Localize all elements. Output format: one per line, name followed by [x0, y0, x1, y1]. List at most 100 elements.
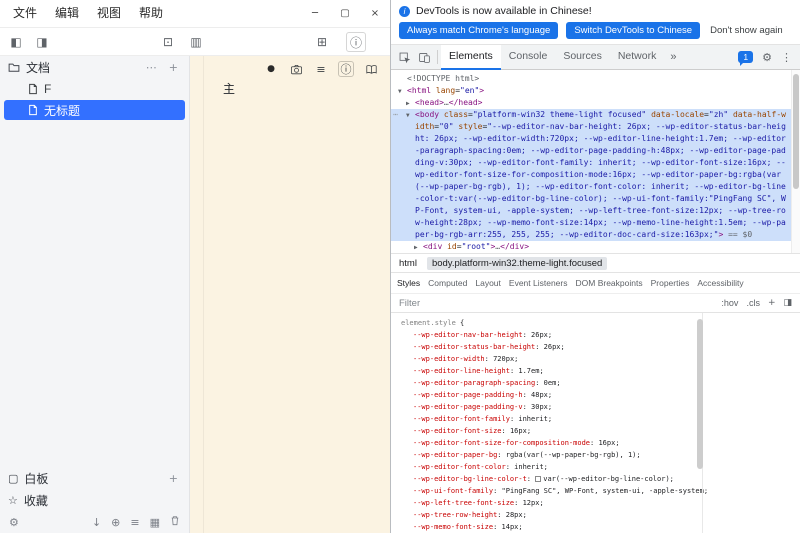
inspect-element-icon[interactable] — [394, 47, 414, 67]
doctype-declaration: <!DOCTYPE html> — [407, 73, 790, 85]
css-property-row[interactable]: --wp-editor-font-size-for-composition-mo… — [401, 437, 790, 449]
styles-filter-row: Filter :hov .cls + ◨ — [391, 293, 800, 313]
head-element-row[interactable]: ▶<head>…</head> — [407, 97, 790, 109]
sidebar-footer: ⚙ ↓ ⊕ ≡ ▦ — [0, 514, 189, 530]
layout-columns-icon[interactable]: ▥ — [186, 32, 206, 52]
download-icon[interactable]: ↓ — [92, 516, 101, 529]
style-rule-selector[interactable]: element.style { — [401, 317, 790, 329]
switch-devtools-chinese-button[interactable]: Switch DevTools to Chinese — [566, 22, 700, 39]
css-property-row[interactable]: --wp-memo-font-size: 14px; — [401, 521, 790, 533]
css-property-row[interactable]: --wp-editor-bg-line-color-t: var(--wp-ed… — [401, 473, 790, 485]
outline-list-icon[interactable]: ≡ — [313, 61, 329, 77]
css-property-row[interactable]: --wp-editor-line-height: 1.7em; — [401, 365, 790, 377]
root-div-row[interactable]: ▶<div id="root">…</div> — [407, 241, 790, 253]
hover-state-button[interactable]: :hov — [721, 298, 738, 308]
page-info-icon[interactable]: ⓘ — [338, 61, 354, 77]
pane-tab-properties[interactable]: Properties — [647, 273, 694, 293]
more-tabs-icon[interactable]: » — [664, 51, 682, 63]
html-element-row[interactable]: ▼<html lang="en"> — [407, 85, 790, 97]
toggle-left-panel-icon[interactable]: ◧ — [6, 32, 26, 52]
css-property-row[interactable]: --wp-editor-paragraph-spacing: 0em; — [401, 377, 790, 389]
styles-rules: element.style {--wp-editor-nav-bar-heigh… — [401, 317, 790, 533]
trash-icon[interactable] — [170, 515, 180, 529]
select-area-icon[interactable]: ⊡ — [158, 32, 178, 52]
css-property-row[interactable]: --wp-left-tree-font-size: 12px; — [401, 497, 790, 509]
devtools-panel: i DevTools is now available in Chinese! … — [390, 0, 800, 533]
menu-item-file[interactable]: 文件 — [4, 0, 46, 27]
add-whiteboard-icon[interactable]: + — [166, 472, 181, 485]
menu-item-help[interactable]: 帮助 — [130, 0, 172, 27]
camera-icon[interactable] — [288, 61, 304, 77]
grid-view-small-icon[interactable]: ▦ — [150, 516, 160, 529]
add-document-icon[interactable]: + — [166, 61, 181, 74]
feedback-badge[interactable]: 1 — [738, 51, 753, 63]
grid-view-icon[interactable]: ⊞ — [312, 32, 332, 52]
menu-item-edit[interactable]: 编辑 — [46, 0, 88, 27]
device-toolbar-icon[interactable] — [414, 47, 434, 67]
devtools-settings-icon[interactable]: ⚙ — [762, 51, 772, 64]
editor-toolbar: ● ≡ ⓘ — [263, 61, 379, 77]
pane-tab-dom-breakpoints[interactable]: DOM Breakpoints — [572, 273, 647, 293]
devtools-tab-strip: ElementsConsoleSourcesNetwork — [441, 45, 664, 70]
devtools-breadcrumbs: html body.platform-win32.theme-light.focu… — [391, 253, 800, 272]
documents-more-icon[interactable]: ⋯ — [143, 61, 160, 74]
css-property-row[interactable]: --wp-editor-nav-bar-height: 26px; — [401, 329, 790, 341]
css-property-row[interactable]: --wp-editor-page-padding-h: 48px; — [401, 389, 790, 401]
favorites-row[interactable]: ☆ 收藏 — [0, 489, 189, 511]
css-property-row[interactable]: --wp-editor-status-bar-height: 26px; — [401, 341, 790, 353]
tab-network[interactable]: Network — [610, 45, 665, 70]
editor[interactable]: ● ≡ ⓘ 主 — [190, 56, 390, 533]
list-view-icon[interactable]: ≡ — [130, 516, 139, 529]
css-property-row[interactable]: --wp-editor-font-size: 16px; — [401, 425, 790, 437]
sidebar-settings-icon[interactable]: ⚙ — [9, 516, 19, 529]
body-element-row[interactable]: ⋯▼<body class="platform-win32 theme-ligh… — [391, 109, 800, 241]
css-property-row[interactable]: --wp-editor-font-family: inherit; — [401, 413, 790, 425]
minimize-button[interactable]: ─ — [300, 0, 330, 27]
always-match-language-button[interactable]: Always match Chrome's language — [399, 22, 558, 39]
filter-input[interactable]: Filter — [399, 298, 713, 309]
doc-item-1[interactable]: 无标题 — [4, 100, 185, 120]
tab-console[interactable]: Console — [501, 45, 556, 70]
tab-sources[interactable]: Sources — [555, 45, 610, 70]
css-property-row[interactable]: --wp-editor-width: 720px; — [401, 353, 790, 365]
info-panel-icon[interactable]: ⓘ — [346, 32, 366, 52]
tab-elements[interactable]: Elements — [441, 45, 501, 70]
status-dot-icon[interactable]: ● — [263, 61, 279, 77]
devtools-menu-icon[interactable]: ⋮ — [781, 51, 792, 64]
scrollbar-thumb[interactable] — [793, 74, 799, 189]
toggle-right-panel-icon[interactable]: ◨ — [32, 32, 52, 52]
add-item-icon[interactable]: ⊕ — [111, 516, 120, 529]
book-icon[interactable] — [363, 61, 379, 77]
maximize-button[interactable]: ▢ — [330, 0, 360, 27]
pane-tab-styles[interactable]: Styles — [393, 273, 424, 293]
new-style-rule-icon[interactable]: + — [768, 298, 776, 308]
devtools-tabbar: ElementsConsoleSourcesNetwork » 1 ⚙ ⋮ — [391, 45, 800, 70]
class-toggle-button[interactable]: .cls — [746, 298, 760, 308]
breadcrumb-1[interactable]: body.platform-win32.theme-light.focused — [427, 257, 607, 270]
breadcrumb-0[interactable]: html — [399, 258, 417, 269]
elements-scrollbar[interactable] — [791, 70, 800, 253]
whiteboard-row[interactable]: ▢ 白板 + — [0, 467, 189, 489]
dont-show-again-button[interactable]: Don't show again — [708, 22, 785, 39]
styles-pane-tabs: StylesComputedLayoutEvent ListenersDOM B… — [391, 272, 800, 293]
css-property-row[interactable]: --wp-editor-page-padding-v: 30px; — [401, 401, 790, 413]
css-property-row[interactable]: --wp-editor-font-color: inherit; — [401, 461, 790, 473]
page-text[interactable]: 主 — [223, 80, 235, 97]
styles-scrollbar-thumb[interactable] — [697, 319, 703, 469]
pane-tab-event-listeners[interactable]: Event Listeners — [505, 273, 572, 293]
css-property-row[interactable]: --wp-editor-paper-bg: rgba(var(--wp-pape… — [401, 449, 790, 461]
color-swatch-icon[interactable] — [535, 476, 541, 482]
doc-item-0[interactable]: F — [4, 79, 185, 99]
pane-tab-accessibility[interactable]: Accessibility — [693, 273, 747, 293]
pane-tab-layout[interactable]: Layout — [471, 273, 505, 293]
close-button[interactable]: × — [360, 0, 390, 27]
documents-header[interactable]: 文档 ⋯ + — [0, 56, 189, 78]
pane-layout-icon[interactable]: ◨ — [783, 298, 792, 308]
window-controls: ─ ▢ × — [300, 0, 390, 27]
toolbar-separator — [437, 50, 438, 64]
doc-tree: F无标题 — [0, 79, 189, 120]
menu-item-view[interactable]: 视图 — [88, 0, 130, 27]
css-property-row[interactable]: --wp-tree-row-height: 28px; — [401, 509, 790, 521]
css-property-row[interactable]: --wp-ui-font-family: "PingFang SC", WP-F… — [401, 485, 790, 497]
pane-tab-computed[interactable]: Computed — [424, 273, 471, 293]
